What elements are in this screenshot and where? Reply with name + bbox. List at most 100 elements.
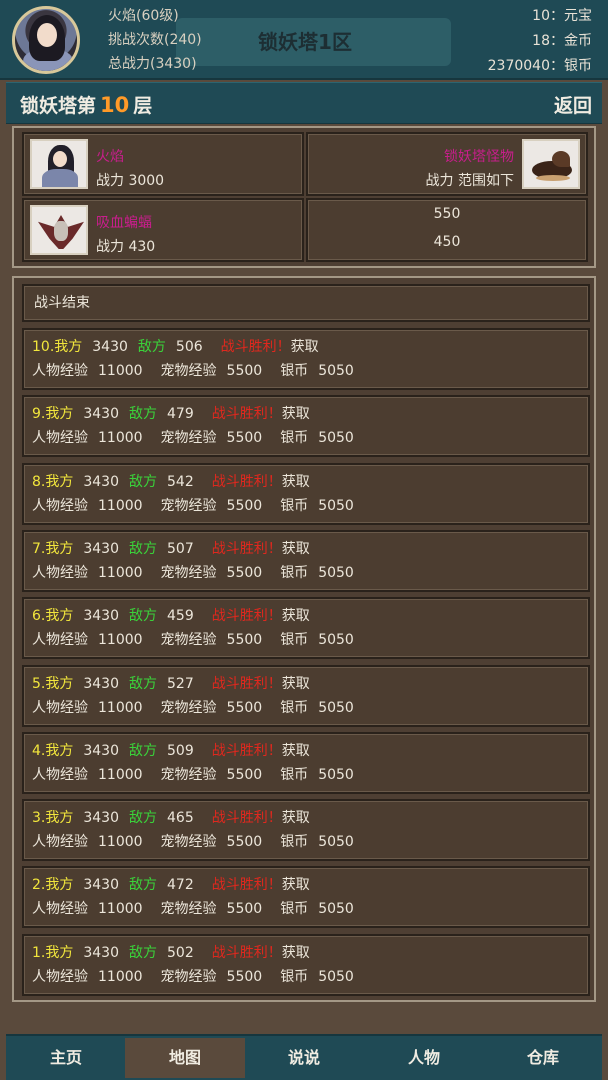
pet-exp-value: 5500 xyxy=(226,767,263,783)
pet-exp-label: 宠物经验 xyxy=(160,632,217,648)
player-avatar[interactable] xyxy=(12,6,80,74)
monster-name[interactable]: 吸血蝙蝠 xyxy=(96,212,152,232)
nav-character[interactable]: 人物 xyxy=(364,1038,484,1078)
our-power: 3430 xyxy=(83,676,119,692)
exp-value: 11000 xyxy=(98,363,143,379)
nav-talk[interactable]: 说说 xyxy=(244,1038,364,1078)
currency-gold: 18：金币 xyxy=(532,33,592,49)
log-line-result: 7.我方 3430 敌方 507 战斗胜利！获取 xyxy=(32,538,310,558)
silver-value: 5050 xyxy=(318,363,354,379)
enemy-power: 542 xyxy=(167,474,194,490)
victory-text: 战斗胜利！ xyxy=(211,608,282,624)
title-suffix: 层 xyxy=(133,95,153,117)
enemy-power: 472 xyxy=(167,877,194,893)
enemy-power-range: 战力 范围如下 xyxy=(425,173,514,189)
silver-value: 5050 xyxy=(318,498,354,514)
exp-label: 人物经验 xyxy=(32,565,88,581)
log-line-rewards: 人物经验 11000 宠物经验 5500 银币 5050 xyxy=(32,629,354,649)
reward-label: 获取 xyxy=(281,945,310,961)
pet-exp-label: 宠物经验 xyxy=(160,767,217,783)
enemy-cell: 锁妖塔怪物 战力 范围如下 xyxy=(306,132,588,196)
exp-label: 人物经验 xyxy=(32,632,88,648)
monster-cell: 吸血蝙蝠 战力 430 xyxy=(22,198,304,262)
enemy-power: 502 xyxy=(167,945,194,961)
our-power: 3430 xyxy=(92,339,128,355)
enemy-power: 527 xyxy=(167,676,194,692)
log-row: 7.我方 3430 敌方 507 战斗胜利！获取 人物经验 11000 宠物经验 5500 银币 5… xyxy=(22,530,590,592)
silver-label: 银币 xyxy=(280,363,309,379)
our-power: 3430 xyxy=(83,474,119,490)
log-line-result: 1.我方 3430 敌方 502 战斗胜利！获取 xyxy=(32,942,310,962)
player-thumb-icon[interactable] xyxy=(30,139,88,189)
silver-label: 银币 xyxy=(280,430,309,446)
enemy-side-label: 敌方 xyxy=(129,608,157,624)
challenge-count: 挑战次数(240) xyxy=(108,32,202,48)
our-power: 3430 xyxy=(83,810,119,826)
victory-text: 战斗胜利！ xyxy=(211,945,282,961)
our-power: 3430 xyxy=(83,406,119,422)
log-line-result: 4.我方 3430 敌方 509 战斗胜利！获取 xyxy=(32,740,310,760)
exp-label: 人物经验 xyxy=(32,700,88,716)
reward-label: 获取 xyxy=(281,541,310,557)
log-line-rewards: 人物经验 11000 宠物经验 5500 银币 5050 xyxy=(32,697,354,717)
reward-label: 获取 xyxy=(281,608,310,624)
log-line-rewards: 人物经验 11000 宠物经验 5500 银币 5050 xyxy=(32,764,354,784)
enemy-group-name[interactable]: 锁妖塔怪物 xyxy=(444,146,514,166)
enemy-side-label: 敌方 xyxy=(129,945,157,961)
pet-exp-value: 5500 xyxy=(226,363,263,379)
enemy-side-label: 敌方 xyxy=(129,676,157,692)
exp-label: 人物经验 xyxy=(32,834,88,850)
enemy-power: 509 xyxy=(167,743,194,759)
reward-label: 获取 xyxy=(290,339,319,355)
silver-value: 5050 xyxy=(318,901,354,917)
monster-power: 战力 430 xyxy=(96,239,156,255)
log-line-rewards: 人物经验 11000 宠物经验 5500 银币 5050 xyxy=(32,360,354,380)
silver-label: 银币 xyxy=(280,767,309,783)
pet-exp-value: 5500 xyxy=(226,901,263,917)
player-name[interactable]: 火焰 xyxy=(96,146,124,166)
victory-text: 战斗胜利！ xyxy=(211,810,282,826)
silver-value: 5050 xyxy=(318,834,354,850)
log-row: 5.我方 3430 敌方 527 战斗胜利！获取 人物经验 11000 宠物经验 5500 银币 5… xyxy=(22,665,590,727)
pet-exp-value: 5500 xyxy=(226,700,263,716)
silver-value: 5050 xyxy=(318,969,354,985)
silver-label: 银币 xyxy=(280,901,309,917)
silver-label: 银币 xyxy=(280,700,309,716)
victory-text: 战斗胜利！ xyxy=(211,743,282,759)
log-row: 6.我方 3430 敌方 459 战斗胜利！获取 人物经验 11000 宠物经验 5500 银币 5… xyxy=(22,597,590,659)
vampire-bat-icon[interactable] xyxy=(30,205,88,255)
reward-label: 获取 xyxy=(281,406,310,422)
enemy-side-label: 敌方 xyxy=(129,743,157,759)
exp-label: 人物经验 xyxy=(32,498,88,514)
pet-exp-value: 5500 xyxy=(226,430,263,446)
exp-value: 11000 xyxy=(98,498,143,514)
pet-exp-value: 5500 xyxy=(226,565,263,581)
nav-warehouse[interactable]: 仓库 xyxy=(483,1038,603,1078)
log-line-rewards: 人物经验 11000 宠物经验 5500 银币 5050 xyxy=(32,495,354,515)
player-cell: 火焰 战力 3000 xyxy=(22,132,304,196)
log-line-result: 10.我方 3430 敌方 506 战斗胜利！获取 xyxy=(32,336,319,356)
log-line-rewards: 人物经验 11000 宠物经验 5500 银币 5050 xyxy=(32,562,354,582)
pet-exp-label: 宠物经验 xyxy=(160,430,217,446)
pet-exp-value: 5500 xyxy=(226,969,263,985)
log-line-rewards: 人物经验 11000 宠物经验 5500 银币 5050 xyxy=(32,427,354,447)
victory-text: 战斗胜利！ xyxy=(211,541,282,557)
exp-value: 11000 xyxy=(98,969,143,985)
reward-label: 获取 xyxy=(281,810,310,826)
nav-map[interactable]: 地图 xyxy=(125,1038,245,1078)
silver-label: 银币 xyxy=(280,834,309,850)
log-row: 8.我方 3430 敌方 542 战斗胜利！获取 人物经验 11000 宠物经验 5500 银币 5… xyxy=(22,463,590,525)
log-line-result: 2.我方 3430 敌方 472 战斗胜利！获取 xyxy=(32,874,310,894)
our-side-label: 5.我方 xyxy=(32,676,74,692)
tower-monster-icon[interactable] xyxy=(522,139,580,189)
pet-exp-label: 宠物经验 xyxy=(160,363,217,379)
victory-text: 战斗胜利！ xyxy=(211,474,282,490)
pet-exp-label: 宠物经验 xyxy=(160,565,217,581)
server-name: 锁妖塔1区 xyxy=(258,30,352,54)
victory-text: 战斗胜利！ xyxy=(211,676,282,692)
silver-value: 5050 xyxy=(318,700,354,716)
our-side-label: 10.我方 xyxy=(32,339,83,355)
currency-silver: 2370040：银币 xyxy=(487,58,592,74)
nav-home[interactable]: 主页 xyxy=(6,1038,126,1078)
back-button[interactable]: 返回 xyxy=(554,91,592,118)
